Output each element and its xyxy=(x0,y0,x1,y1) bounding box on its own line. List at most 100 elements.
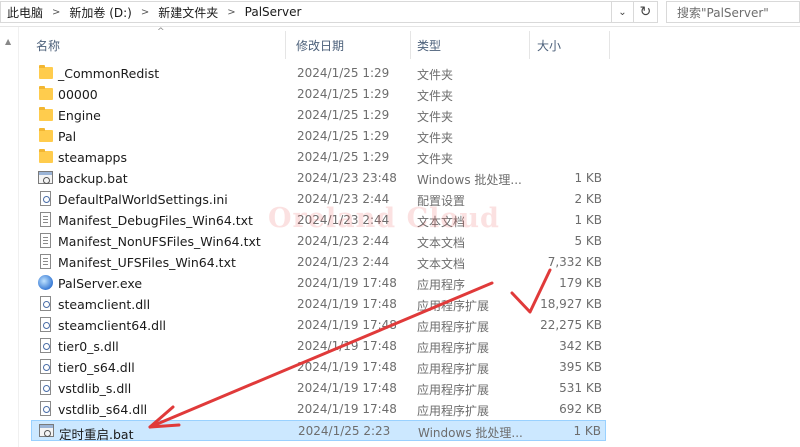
file-type: 文本文档 xyxy=(417,257,466,271)
file-type: 应用程序扩展 xyxy=(417,383,490,397)
file-date: 2024/1/25 2:23 xyxy=(298,424,391,438)
folder-icon xyxy=(39,86,53,100)
column-header-size[interactable]: 大小 xyxy=(537,37,561,54)
column-header-type[interactable]: 类型 xyxy=(417,37,441,54)
file-name[interactable]: DefaultPalWorldSettings.ini xyxy=(58,192,228,207)
file-name[interactable]: Manifest_UFSFiles_Win64.txt xyxy=(58,255,236,270)
column-divider[interactable] xyxy=(609,31,610,59)
dll-file-icon xyxy=(40,296,51,311)
file-row[interactable]: PalServer.exe 2024/1/19 17:48 应用程序 179 KB xyxy=(31,273,606,294)
folder-icon xyxy=(39,65,53,79)
file-type: 配置设置 xyxy=(417,194,466,208)
file-name[interactable]: backup.bat xyxy=(58,171,128,186)
file-type: 应用程序扩展 xyxy=(417,299,490,313)
file-row[interactable]: Manifest_DebugFiles_Win64.txt 2024/1/23 2… xyxy=(31,210,606,231)
file-date: 2024/1/25 1:29 xyxy=(297,129,390,143)
file-row[interactable]: steamclient.dll 2024/1/19 17:48 应用程序扩展 18,9… xyxy=(31,294,606,315)
file-name[interactable]: Pal xyxy=(58,129,76,144)
refresh-icon[interactable]: ↻ xyxy=(634,1,658,23)
file-name[interactable]: _CommonRedist xyxy=(58,66,159,81)
breadcrumb-new-folder[interactable]: 新建文件夹 xyxy=(158,4,218,21)
file-list: _CommonRedist 2024/1/25 1:29 文件夹 00000 2024/… xyxy=(31,63,606,443)
file-row[interactable]: Engine 2024/1/25 1:29 文件夹 xyxy=(31,105,606,126)
file-name[interactable]: steamclient64.dll xyxy=(58,318,166,333)
file-type: Windows 批处理... xyxy=(418,426,523,440)
file-name[interactable]: PalServer.exe xyxy=(58,276,142,291)
address-history-dropdown-icon[interactable]: ⌄ xyxy=(612,1,634,23)
settings-file-icon xyxy=(40,191,51,206)
scroll-up-icon[interactable]: ▲ xyxy=(5,37,11,46)
file-type: 应用程序扩展 xyxy=(417,362,490,376)
file-type: 文本文档 xyxy=(417,215,466,229)
file-name[interactable]: steamapps xyxy=(58,150,127,165)
file-size: 18,927 KB xyxy=(540,297,602,311)
breadcrumb-drive-d[interactable]: 新加卷 (D:) xyxy=(69,4,131,21)
file-row[interactable]: tier0_s64.dll 2024/1/19 17:48 应用程序扩展 395 KB xyxy=(31,357,606,378)
file-date: 2024/1/19 17:48 xyxy=(297,402,397,416)
chevron-right-icon[interactable]: > xyxy=(52,7,60,18)
file-size: 5 KB xyxy=(574,234,602,248)
file-row[interactable]: Manifest_NonUFSFiles_Win64.txt 2024/1/23 … xyxy=(31,231,606,252)
breadcrumb-this-pc[interactable]: 此电脑 xyxy=(7,4,43,21)
file-size: 2 KB xyxy=(574,192,602,206)
file-type: 应用程序 xyxy=(417,278,466,292)
file-row[interactable]: DefaultPalWorldSettings.ini 2024/1/23 2:4… xyxy=(31,189,606,210)
file-date: 2024/1/19 17:48 xyxy=(297,318,397,332)
file-row[interactable]: _CommonRedist 2024/1/25 1:29 文件夹 xyxy=(31,63,606,84)
search-input[interactable]: 搜索"PalServer" xyxy=(666,1,800,23)
file-name[interactable]: 00000 xyxy=(58,87,98,102)
dll-file-icon xyxy=(40,401,51,416)
file-row[interactable]: backup.bat 2024/1/23 23:48 Windows 批处理... 1… xyxy=(31,168,606,189)
file-size: 22,275 KB xyxy=(540,318,602,332)
file-row[interactable]: 00000 2024/1/25 1:29 文件夹 xyxy=(31,84,606,105)
file-row[interactable]: vstdlib_s64.dll 2024/1/19 17:48 应用程序扩展 692 … xyxy=(31,399,606,420)
chevron-right-icon[interactable]: > xyxy=(141,7,149,18)
file-row[interactable]: steamapps 2024/1/25 1:29 文件夹 xyxy=(31,147,606,168)
file-size: 1 KB xyxy=(573,424,601,438)
batch-file-icon xyxy=(39,424,54,437)
file-name[interactable]: tier0_s64.dll xyxy=(58,360,135,375)
column-header-date[interactable]: 修改日期 xyxy=(296,37,344,54)
dll-file-icon xyxy=(40,338,51,353)
file-size: 1 KB xyxy=(574,213,602,227)
dll-file-icon xyxy=(40,359,51,374)
breadcrumb-palserver[interactable]: PalServer xyxy=(245,5,302,19)
file-date: 2024/1/23 2:44 xyxy=(297,192,390,206)
column-header-name[interactable]: 名称 xyxy=(36,37,60,54)
file-name[interactable]: 定时重启.bat xyxy=(59,424,133,443)
file-name[interactable]: Engine xyxy=(58,108,101,123)
file-date: 2024/1/19 17:48 xyxy=(297,297,397,311)
file-date: 2024/1/19 17:48 xyxy=(297,339,397,353)
file-name[interactable]: vstdlib_s.dll xyxy=(58,381,131,396)
folder-icon xyxy=(39,107,53,121)
column-divider[interactable] xyxy=(529,31,530,59)
dll-file-icon xyxy=(40,380,51,395)
file-name[interactable]: vstdlib_s64.dll xyxy=(58,402,147,417)
file-name[interactable]: steamclient.dll xyxy=(58,297,150,312)
file-type: 应用程序扩展 xyxy=(417,320,490,334)
file-name[interactable]: Manifest_NonUFSFiles_Win64.txt xyxy=(58,234,261,249)
file-row-selected[interactable]: 定时重启.bat 2024/1/25 2:23 Windows 批处理... 1 KB xyxy=(31,420,606,443)
search-placeholder: 搜索"PalServer" xyxy=(677,5,769,20)
column-divider[interactable] xyxy=(285,31,286,59)
file-type: 应用程序扩展 xyxy=(417,404,490,418)
file-size: 395 KB xyxy=(559,360,602,374)
file-row[interactable]: tier0_s.dll 2024/1/19 17:48 应用程序扩展 342 KB xyxy=(31,336,606,357)
file-date: 2024/1/23 23:48 xyxy=(297,171,397,185)
file-date: 2024/1/23 2:44 xyxy=(297,255,390,269)
chevron-right-icon[interactable]: > xyxy=(227,7,235,18)
file-row[interactable]: Pal 2024/1/25 1:29 文件夹 xyxy=(31,126,606,147)
file-row[interactable]: vstdlib_s.dll 2024/1/19 17:48 应用程序扩展 531 KB xyxy=(31,378,606,399)
breadcrumb[interactable]: 此电脑 > 新加卷 (D:) > 新建文件夹 > PalServer xyxy=(0,1,612,23)
exe-icon xyxy=(38,275,53,290)
navigation-pane-edge: ▲ xyxy=(0,27,19,447)
file-date: 2024/1/25 1:29 xyxy=(297,87,390,101)
column-divider[interactable] xyxy=(410,31,411,59)
file-type: 文件夹 xyxy=(417,152,454,166)
file-name[interactable]: Manifest_DebugFiles_Win64.txt xyxy=(58,213,253,228)
file-row[interactable]: steamclient64.dll 2024/1/19 17:48 应用程序扩展 22… xyxy=(31,315,606,336)
file-date: 2024/1/23 2:44 xyxy=(297,234,390,248)
file-date: 2024/1/25 1:29 xyxy=(297,66,390,80)
file-name[interactable]: tier0_s.dll xyxy=(58,339,119,354)
file-row[interactable]: Manifest_UFSFiles_Win64.txt 2024/1/23 2:4… xyxy=(31,252,606,273)
